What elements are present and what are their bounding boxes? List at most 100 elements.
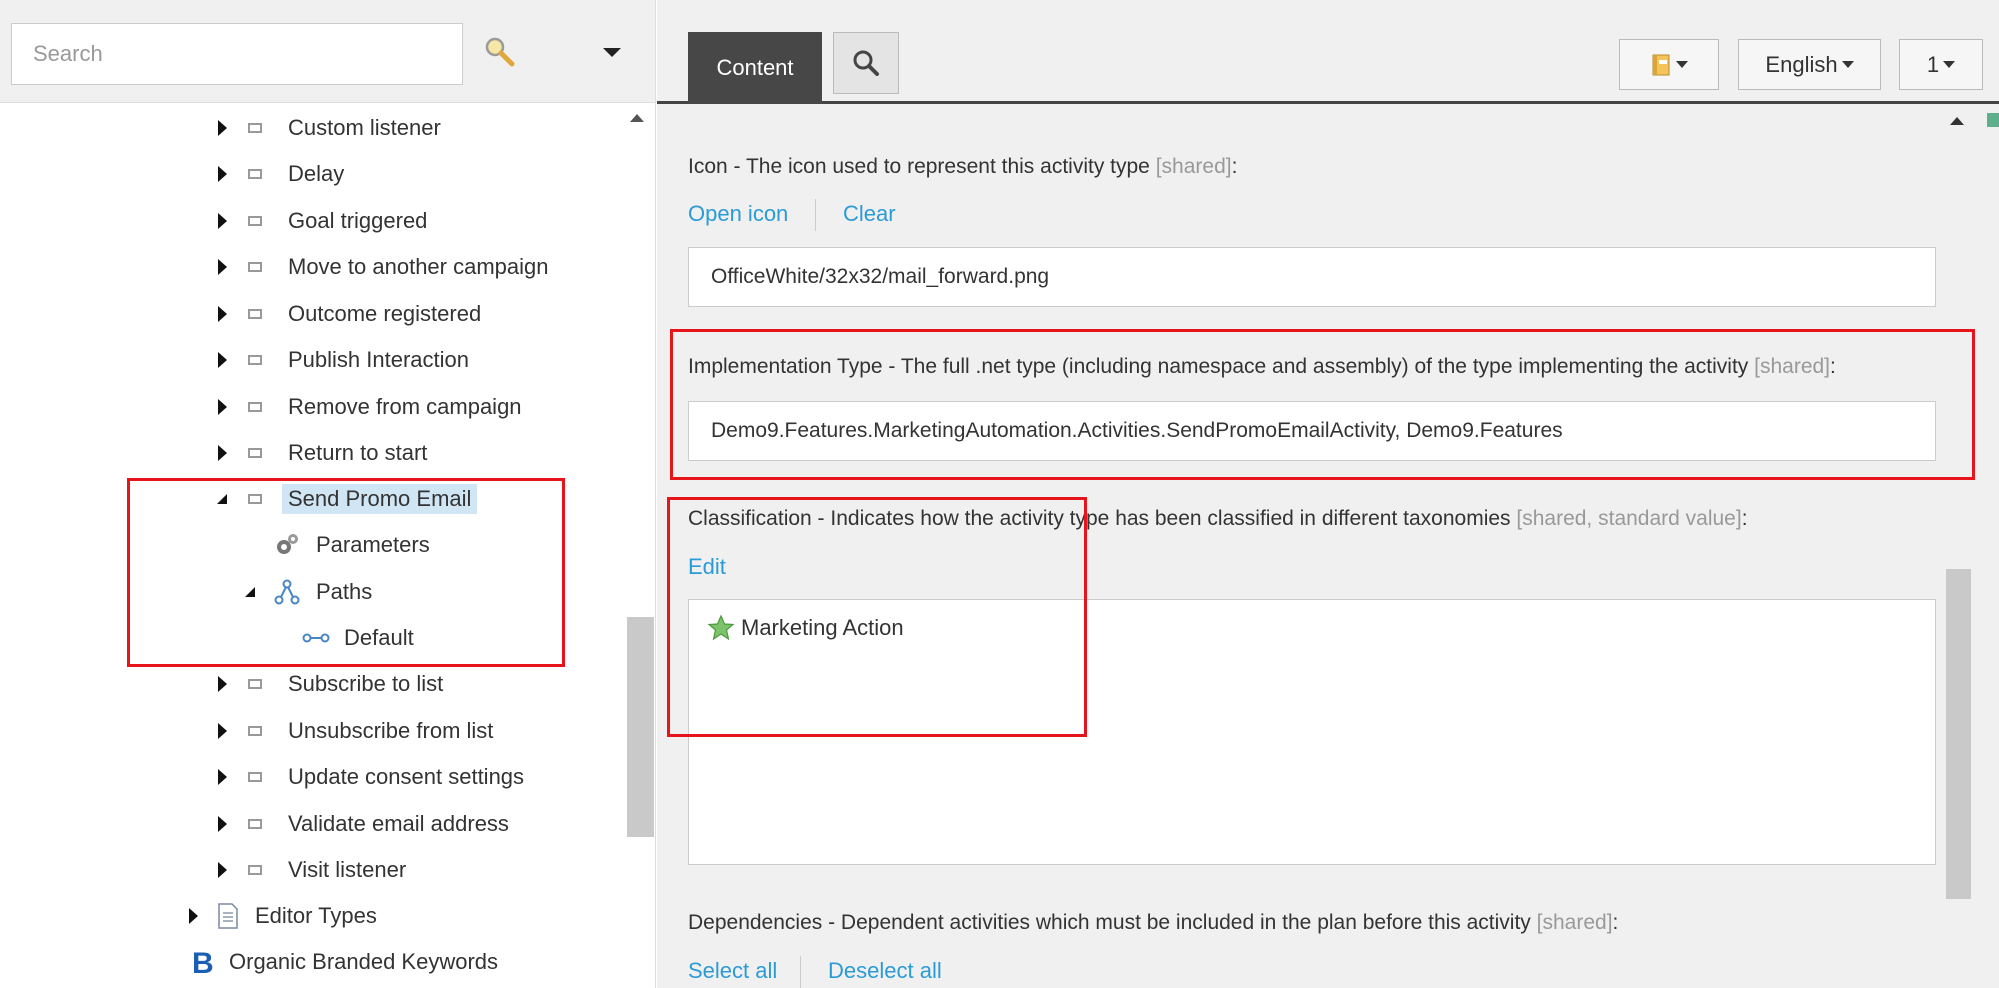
item-icon: [248, 262, 262, 272]
tree-item-delay[interactable]: Delay: [212, 154, 350, 194]
tree-item-goal-triggered[interactable]: Goal triggered: [212, 201, 433, 241]
tree-item-subscribe-to-list[interactable]: Subscribe to list: [212, 664, 449, 704]
expand-toggle[interactable]: [212, 257, 232, 277]
tree-item-label: Update consent settings: [288, 764, 525, 789]
item-icon: [248, 355, 262, 365]
tree-item-publish-interaction[interactable]: Publish Interaction: [212, 340, 475, 380]
caret-right-icon: [217, 816, 227, 832]
classification-item[interactable]: Marketing Action: [707, 614, 904, 642]
language-dropdown[interactable]: English: [1738, 39, 1881, 90]
tree-item-label: Unsubscribe from list: [288, 718, 494, 743]
tree-item-return-to-start[interactable]: Return to start: [212, 433, 433, 473]
select-all-link[interactable]: Select all: [688, 958, 777, 984]
expand-spacer: [183, 952, 187, 972]
tree-item-label: Remove from campaign: [288, 394, 522, 419]
implementation-type-label: Implementation Type - The full .net type…: [688, 355, 1836, 378]
edit-classification-link[interactable]: Edit: [688, 554, 726, 580]
caret-right-icon: [217, 259, 227, 275]
expand-toggle[interactable]: [212, 674, 232, 694]
tree-item-label: Send Promo Email: [282, 484, 478, 514]
item-icon: [248, 123, 262, 133]
caret-right-icon: [217, 445, 227, 461]
tree-item-unsubscribe-from-list[interactable]: Unsubscribe from list: [212, 711, 499, 751]
link-separator: [800, 956, 801, 988]
validation-marker: [1987, 113, 1999, 127]
tree-item-paths[interactable]: Paths: [240, 572, 378, 612]
tree-search-bar: [0, 0, 655, 103]
expand-toggle[interactable]: [212, 211, 232, 231]
item-icon: [248, 772, 262, 782]
tree-item-remove-from-campaign[interactable]: Remove from campaign: [212, 387, 528, 427]
tree-item-label: Validate email address: [288, 811, 509, 836]
tree-item-editor-types[interactable]: Editor Types: [183, 896, 383, 936]
collapse-toggle[interactable]: [240, 582, 260, 602]
link-separator: [815, 199, 816, 231]
expand-toggle[interactable]: [212, 443, 232, 463]
expand-toggle[interactable]: [212, 164, 232, 184]
expand-toggle[interactable]: [212, 814, 232, 834]
notebook-menu-button[interactable]: [1619, 39, 1719, 90]
caret-expanded-icon: [217, 494, 227, 504]
chevron-down-icon: [1676, 61, 1688, 68]
classification-list: Marketing Action: [688, 599, 1936, 865]
tree-item-parameters[interactable]: Parameters: [240, 525, 436, 565]
expand-toggle[interactable]: [212, 860, 232, 880]
open-icon-link[interactable]: Open icon: [688, 201, 788, 227]
expand-toggle[interactable]: [212, 721, 232, 741]
item-icon: [248, 679, 262, 689]
expand-toggle[interactable]: [212, 397, 232, 417]
implementation-type-field[interactable]: Demo9.Features.MarketingAutomation.Activ…: [688, 401, 1936, 461]
expand-toggle[interactable]: [183, 906, 203, 926]
expand-toggle[interactable]: [212, 118, 232, 138]
tree-item-custom-listener[interactable]: Custom listener: [212, 108, 447, 148]
expand-spacer: [268, 628, 288, 648]
tree-scrollbar-thumb[interactable]: [627, 617, 654, 837]
expand-toggle[interactable]: [212, 350, 232, 370]
search-options-dropdown[interactable]: [592, 35, 632, 69]
item-icon: [248, 216, 262, 226]
tree-item-label: Visit listener: [288, 857, 407, 882]
tree-item-label: Move to another campaign: [288, 254, 549, 279]
tree-item-default[interactable]: Default: [268, 618, 420, 658]
search-icon: [853, 50, 879, 76]
svg-text:B: B: [192, 947, 214, 977]
version-value: 1: [1926, 51, 1940, 77]
dependencies-label: Dependencies - Dependent activities whic…: [688, 911, 1619, 934]
tree-item-organic-branded-keywords[interactable]: B Organic Branded Keywords: [183, 942, 504, 982]
expand-toggle[interactable]: [212, 767, 232, 787]
content-editor-pane: Content English 1 Icon - The icon used t…: [657, 0, 1999, 988]
item-icon: [248, 494, 262, 504]
tree-item-label: Custom listener: [288, 115, 441, 140]
chevron-down-icon: [1841, 61, 1854, 68]
collapse-toggle[interactable]: [212, 489, 232, 509]
path-connector-icon: [302, 633, 330, 643]
language-value: English: [1765, 51, 1838, 77]
caret-right-icon: [217, 723, 227, 739]
tree-item-send-promo-email[interactable]: Send Promo Email: [212, 479, 478, 519]
icon-field-label: Icon - The icon used to represent this a…: [688, 155, 1238, 178]
chevron-down-icon: [603, 47, 621, 57]
tab-search[interactable]: [833, 32, 899, 94]
tree-item-visit-listener[interactable]: Visit listener: [212, 850, 412, 890]
tree-item-update-consent-settings[interactable]: Update consent settings: [212, 757, 530, 797]
search-button[interactable]: [478, 30, 522, 74]
tree-item-label: Delay: [288, 161, 345, 186]
scroll-up-arrow[interactable]: [630, 114, 644, 122]
tree-item-label: Subscribe to list: [288, 671, 444, 696]
search-input[interactable]: [11, 23, 463, 85]
expand-toggle[interactable]: [212, 304, 232, 324]
tab-content[interactable]: Content: [688, 32, 822, 104]
caret-right-icon: [188, 908, 198, 924]
tree-item-move-to-another-campaign[interactable]: Move to another campaign: [212, 247, 555, 287]
classification-label: Classification - Indicates how the activ…: [688, 507, 1748, 530]
deselect-all-link[interactable]: Deselect all: [828, 958, 942, 984]
editor-fields: Icon - The icon used to represent this a…: [688, 107, 1968, 988]
icon-path-field[interactable]: OfficeWhite/32x32/mail_forward.png: [688, 247, 1936, 307]
tree-item-validate-email-address[interactable]: Validate email address: [212, 804, 515, 844]
caret-expanded-icon: [245, 587, 255, 597]
tree-item-outcome-registered[interactable]: Outcome registered: [212, 294, 487, 334]
version-dropdown[interactable]: 1: [1899, 39, 1983, 90]
tree-item-label: Parameters: [316, 532, 430, 557]
clear-icon-link[interactable]: Clear: [843, 201, 896, 227]
tree-item-label: Default: [344, 625, 414, 650]
